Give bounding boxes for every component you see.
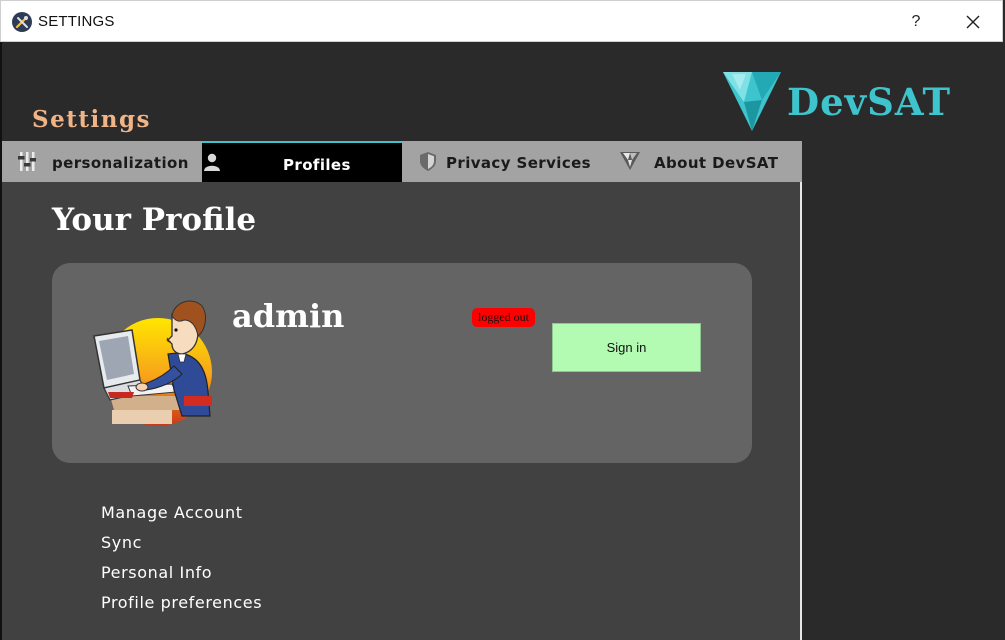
app-tools-icon <box>12 12 32 32</box>
profile-links: Manage Account Sync Personal Info Profil… <box>101 502 262 622</box>
right-background <box>802 182 1005 640</box>
sign-in-button[interactable]: Sign in <box>552 323 701 372</box>
sliders-icon <box>18 152 36 175</box>
help-button[interactable]: ? <box>899 7 933 37</box>
page-title: Your Profile <box>52 202 257 238</box>
link-profile-preferences[interactable]: Profile preferences <box>101 592 262 622</box>
title-bar: SETTINGS ? <box>0 0 1003 42</box>
close-button[interactable] <box>953 7 993 37</box>
tab-personalization[interactable]: personalization <box>2 141 202 182</box>
tab-label: About DevSAT <box>654 154 779 172</box>
tab-label: Profiles <box>283 156 351 174</box>
settings-heading: Settings <box>32 106 151 133</box>
shield-icon <box>420 152 436 175</box>
link-personal-info[interactable]: Personal Info <box>101 562 262 592</box>
tab-label: personalization <box>52 154 189 172</box>
tab-about-devsat[interactable]: About DevSAT <box>602 141 802 182</box>
link-sync[interactable]: Sync <box>101 532 262 562</box>
status-badge: logged out <box>472 308 535 327</box>
close-icon <box>966 15 980 29</box>
tab-profiles[interactable]: Profiles <box>202 141 402 182</box>
tab-privacy-services[interactable]: Privacy Services <box>402 141 602 182</box>
window-title: SETTINGS <box>38 13 115 30</box>
username: admin <box>232 297 345 335</box>
tab-bar: personalization Profiles Privacy Service… <box>2 141 802 182</box>
devsat-logo-icon <box>722 72 782 132</box>
avatar <box>88 292 218 432</box>
devsat-logo-icon <box>620 152 640 174</box>
tab-label: Privacy Services <box>446 154 592 172</box>
user-icon <box>204 153 220 175</box>
brand-name: DevSAT <box>787 80 952 124</box>
link-manage-account[interactable]: Manage Account <box>101 502 262 532</box>
